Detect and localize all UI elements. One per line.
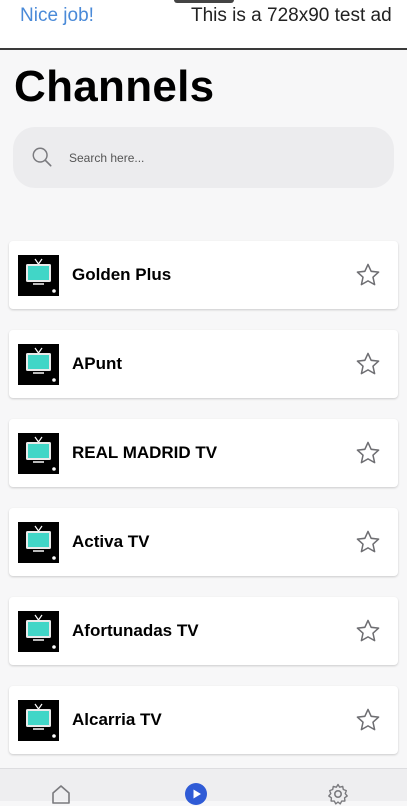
tv-icon	[18, 522, 59, 563]
star-icon[interactable]	[355, 440, 381, 466]
tv-icon	[18, 344, 59, 385]
search-bar[interactable]	[13, 127, 394, 188]
channel-name: Activa TV	[72, 532, 150, 551]
channel-name: APunt	[72, 354, 123, 373]
ad-nice-job-label: Nice job!	[20, 5, 94, 26]
tv-icon	[18, 255, 59, 296]
channel-name: Afortunadas TV	[72, 621, 199, 640]
page-title: Channels	[14, 62, 215, 111]
search-icon	[32, 147, 52, 167]
channel-item[interactable]: APunt	[9, 330, 398, 398]
channel-list: Golden Plus APunt REAL MADRID TV Activa …	[9, 241, 398, 775]
gear-icon[interactable]	[326, 782, 350, 806]
tv-icon	[18, 700, 59, 741]
ad-text: This is a 728x90 test ad	[191, 5, 392, 26]
star-icon[interactable]	[355, 351, 381, 377]
star-icon[interactable]	[355, 262, 381, 288]
ad-banner[interactable]: Nice job! This is a 728x90 test ad	[0, 0, 407, 50]
home-icon[interactable]	[49, 782, 73, 806]
channel-item[interactable]: Alcarria TV	[9, 686, 398, 754]
channel-name: Golden Plus	[72, 265, 172, 284]
channel-item[interactable]: Activa TV	[9, 508, 398, 576]
tv-icon	[18, 433, 59, 474]
channel-name: Alcarria TV	[72, 710, 162, 729]
search-input[interactable]	[67, 141, 371, 175]
play-icon[interactable]	[184, 782, 208, 806]
channel-item[interactable]: Afortunadas TV	[9, 597, 398, 665]
star-icon[interactable]	[355, 707, 381, 733]
channel-item[interactable]: Golden Plus	[9, 241, 398, 309]
star-icon[interactable]	[355, 529, 381, 555]
ad-tab	[174, 0, 234, 3]
bottom-nav	[0, 768, 407, 805]
tv-icon	[18, 611, 59, 652]
star-icon[interactable]	[355, 618, 381, 644]
channel-item[interactable]: REAL MADRID TV	[9, 419, 398, 487]
channel-name: REAL MADRID TV	[72, 443, 218, 462]
